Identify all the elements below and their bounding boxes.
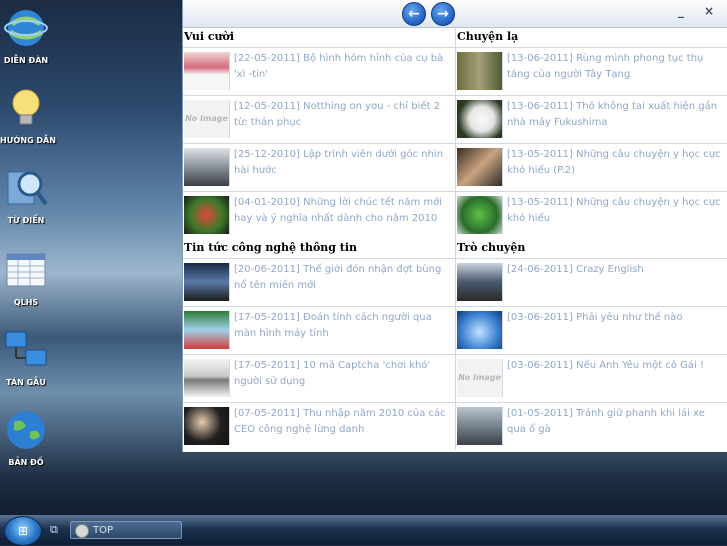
desktop-icon-label: TÁN GẪU bbox=[6, 378, 46, 387]
thumbnail-image bbox=[184, 196, 230, 234]
thumbnail-image bbox=[184, 52, 230, 90]
news-link[interactable]: [25-12-2010] Lập trình viên dưới góc nhì… bbox=[234, 147, 453, 179]
earth-icon bbox=[7, 411, 45, 449]
lightbulb-icon bbox=[12, 89, 40, 125]
thumbnail-image bbox=[184, 148, 230, 186]
section-title: Trò chuyện bbox=[457, 241, 526, 254]
section-tin-tuc-cntt: Tin tức công nghệ thông tin [20-06-2011]… bbox=[183, 239, 455, 450]
news-link[interactable]: [24-06-2011] Crazy English bbox=[507, 262, 726, 278]
desktop-icon-label: QLHS bbox=[13, 298, 39, 307]
news-item[interactable]: [13-06-2011] Thỏ không tai xuất hiện gần… bbox=[456, 95, 727, 143]
spreadsheet-icon bbox=[6, 253, 46, 287]
desktop-icon-qlhs[interactable]: QLHS bbox=[0, 248, 52, 307]
back-arrow-icon: ← bbox=[408, 6, 420, 22]
thumbnail-image bbox=[457, 148, 503, 186]
desktop-icon-tan-gau[interactable]: TÁN GẪU bbox=[0, 328, 52, 387]
news-item[interactable]: [03-06-2011] Phải yêu như thế nào bbox=[456, 306, 727, 354]
taskbar: ⊞ ⧉ TOP bbox=[0, 515, 727, 546]
news-link[interactable]: [13-06-2011] Rùng mình phong tục thụ tán… bbox=[507, 51, 726, 83]
thumbnail-image bbox=[457, 100, 503, 138]
news-item[interactable]: [24-06-2011] Crazy English bbox=[456, 258, 727, 306]
globe-icon bbox=[4, 10, 48, 46]
section-title: Chuyện lạ bbox=[457, 30, 519, 43]
top-taskbar-button[interactable]: TOP bbox=[70, 521, 182, 539]
section-chuyen-la: Chuyện lạ [13-06-2011] Rùng mình phong t… bbox=[455, 28, 727, 239]
desktop-icon-dien-dan[interactable]: DIỄN ĐÀN bbox=[0, 6, 52, 65]
thumbnail-image bbox=[457, 311, 503, 349]
forward-button[interactable]: → bbox=[431, 2, 455, 26]
news-item[interactable]: [01-05-2011] Tránh giữ phanh khi lái xe … bbox=[456, 402, 727, 450]
window-titlebar: ← → _ × bbox=[183, 0, 727, 28]
section-title: Tin tức công nghệ thông tin bbox=[184, 241, 358, 254]
news-link[interactable]: [20-06-2011] Thế giới đón nhận đợt bùng … bbox=[234, 262, 453, 294]
clock-icon bbox=[75, 524, 89, 538]
minimize-button[interactable]: _ bbox=[678, 4, 684, 18]
desktop-icon-tu-dien[interactable]: TỪ ĐIỂN bbox=[0, 166, 52, 225]
news-item[interactable]: [04-01-2010] Những lời chúc tết năm mới … bbox=[183, 191, 455, 239]
show-desktop-icon[interactable]: ⧉ bbox=[50, 523, 58, 537]
desktop-icon-label: HƯỚNG DẪN bbox=[0, 136, 56, 145]
news-link[interactable]: [13-05-2011] Những câu chuyện y học cực … bbox=[507, 147, 726, 179]
news-item[interactable]: [13-05-2011] Những câu chuyện y học cực … bbox=[456, 191, 727, 239]
news-item[interactable]: [13-06-2011] Rùng mình phong tục thụ tán… bbox=[456, 47, 727, 95]
news-link[interactable]: [12-05-2011] Notthing on you - chỉ biết … bbox=[234, 99, 453, 131]
no-image-placeholder: No Image bbox=[184, 100, 230, 138]
desktop-icon-ban-do[interactable]: BẢN ĐỒ bbox=[0, 408, 52, 467]
news-item[interactable]: [07-05-2011] Thu nhập năm 2010 của các C… bbox=[183, 402, 455, 450]
start-button[interactable]: ⊞ bbox=[4, 516, 42, 546]
thumbnail-image bbox=[184, 263, 230, 301]
news-link[interactable]: [13-06-2011] Thỏ không tai xuất hiện gần… bbox=[507, 99, 726, 131]
news-link[interactable]: [01-05-2011] Tránh giữ phanh khi lái xe … bbox=[507, 406, 726, 438]
section-tro-chuyen: Trò chuyện [24-06-2011] Crazy English [0… bbox=[455, 239, 727, 450]
news-link[interactable]: [22-05-2011] Bộ hình hóm hỉnh của cụ bà … bbox=[234, 51, 453, 83]
news-link[interactable]: [17-05-2011] 10 mã Captcha 'chơi khó' ng… bbox=[234, 358, 453, 390]
news-item[interactable]: [25-12-2010] Lập trình viên dưới góc nhì… bbox=[183, 143, 455, 191]
desktop-icon-label: BẢN ĐỒ bbox=[8, 458, 44, 467]
news-link[interactable]: [03-06-2011] Nếu Anh Yêu một cô Gái ! bbox=[507, 358, 726, 374]
news-item[interactable]: [13-05-2011] Những câu chuyện y học cực … bbox=[456, 143, 727, 191]
section-title: Vui cười bbox=[184, 30, 235, 43]
news-link[interactable]: [17-05-2011] Đoán tính cách người qua mà… bbox=[234, 310, 453, 342]
thumbnail-image bbox=[457, 52, 503, 90]
windows-logo-icon: ⊞ bbox=[17, 524, 29, 538]
news-item[interactable]: [17-05-2011] 10 mã Captcha 'chơi khó' ng… bbox=[183, 354, 455, 402]
top-button-label: TOP bbox=[93, 525, 114, 536]
network-icon bbox=[5, 331, 47, 366]
news-link[interactable]: [04-01-2010] Những lời chúc tết năm mới … bbox=[234, 195, 453, 227]
news-item[interactable]: [20-06-2011] Thế giới đón nhận đợt bùng … bbox=[183, 258, 455, 306]
thumbnail-image bbox=[184, 311, 230, 349]
news-item[interactable]: [17-05-2011] Đoán tính cách người qua mà… bbox=[183, 306, 455, 354]
news-item[interactable]: No Image [12-05-2011] Notthing on you - … bbox=[183, 95, 455, 143]
news-link[interactable]: [13-05-2011] Những câu chuyện y học cực … bbox=[507, 195, 726, 227]
news-window: ← → _ × Vui cười [22-05-2011] Bộ hình hó… bbox=[182, 0, 727, 452]
close-button[interactable]: × bbox=[704, 4, 714, 18]
desktop-icon-label: DIỄN ĐÀN bbox=[3, 56, 49, 65]
thumbnail-image bbox=[184, 359, 230, 397]
thumbnail-image bbox=[457, 196, 503, 234]
news-link[interactable]: [07-05-2011] Thu nhập năm 2010 của các C… bbox=[234, 406, 453, 438]
thumbnail-image bbox=[457, 263, 503, 301]
news-link[interactable]: [03-06-2011] Phải yêu như thế nào bbox=[507, 310, 726, 326]
forward-arrow-icon: → bbox=[437, 6, 449, 22]
news-item[interactable]: [22-05-2011] Bộ hình hóm hỉnh của cụ bà … bbox=[183, 47, 455, 95]
no-image-placeholder: No Image bbox=[457, 359, 503, 397]
section-vui-cuoi: Vui cười [22-05-2011] Bộ hình hóm hỉnh c… bbox=[183, 28, 455, 239]
desktop-icon-label: TỪ ĐIỂN bbox=[7, 216, 45, 225]
news-item[interactable]: No Image [03-06-2011] Nếu Anh Yêu một cô… bbox=[456, 354, 727, 402]
thumbnail-image bbox=[184, 407, 230, 445]
desktop-icon-huong-dan[interactable]: HƯỚNG DẪN bbox=[0, 86, 56, 145]
magnifier-icon bbox=[7, 171, 48, 206]
back-button[interactable]: ← bbox=[402, 2, 426, 26]
thumbnail-image bbox=[457, 407, 503, 445]
